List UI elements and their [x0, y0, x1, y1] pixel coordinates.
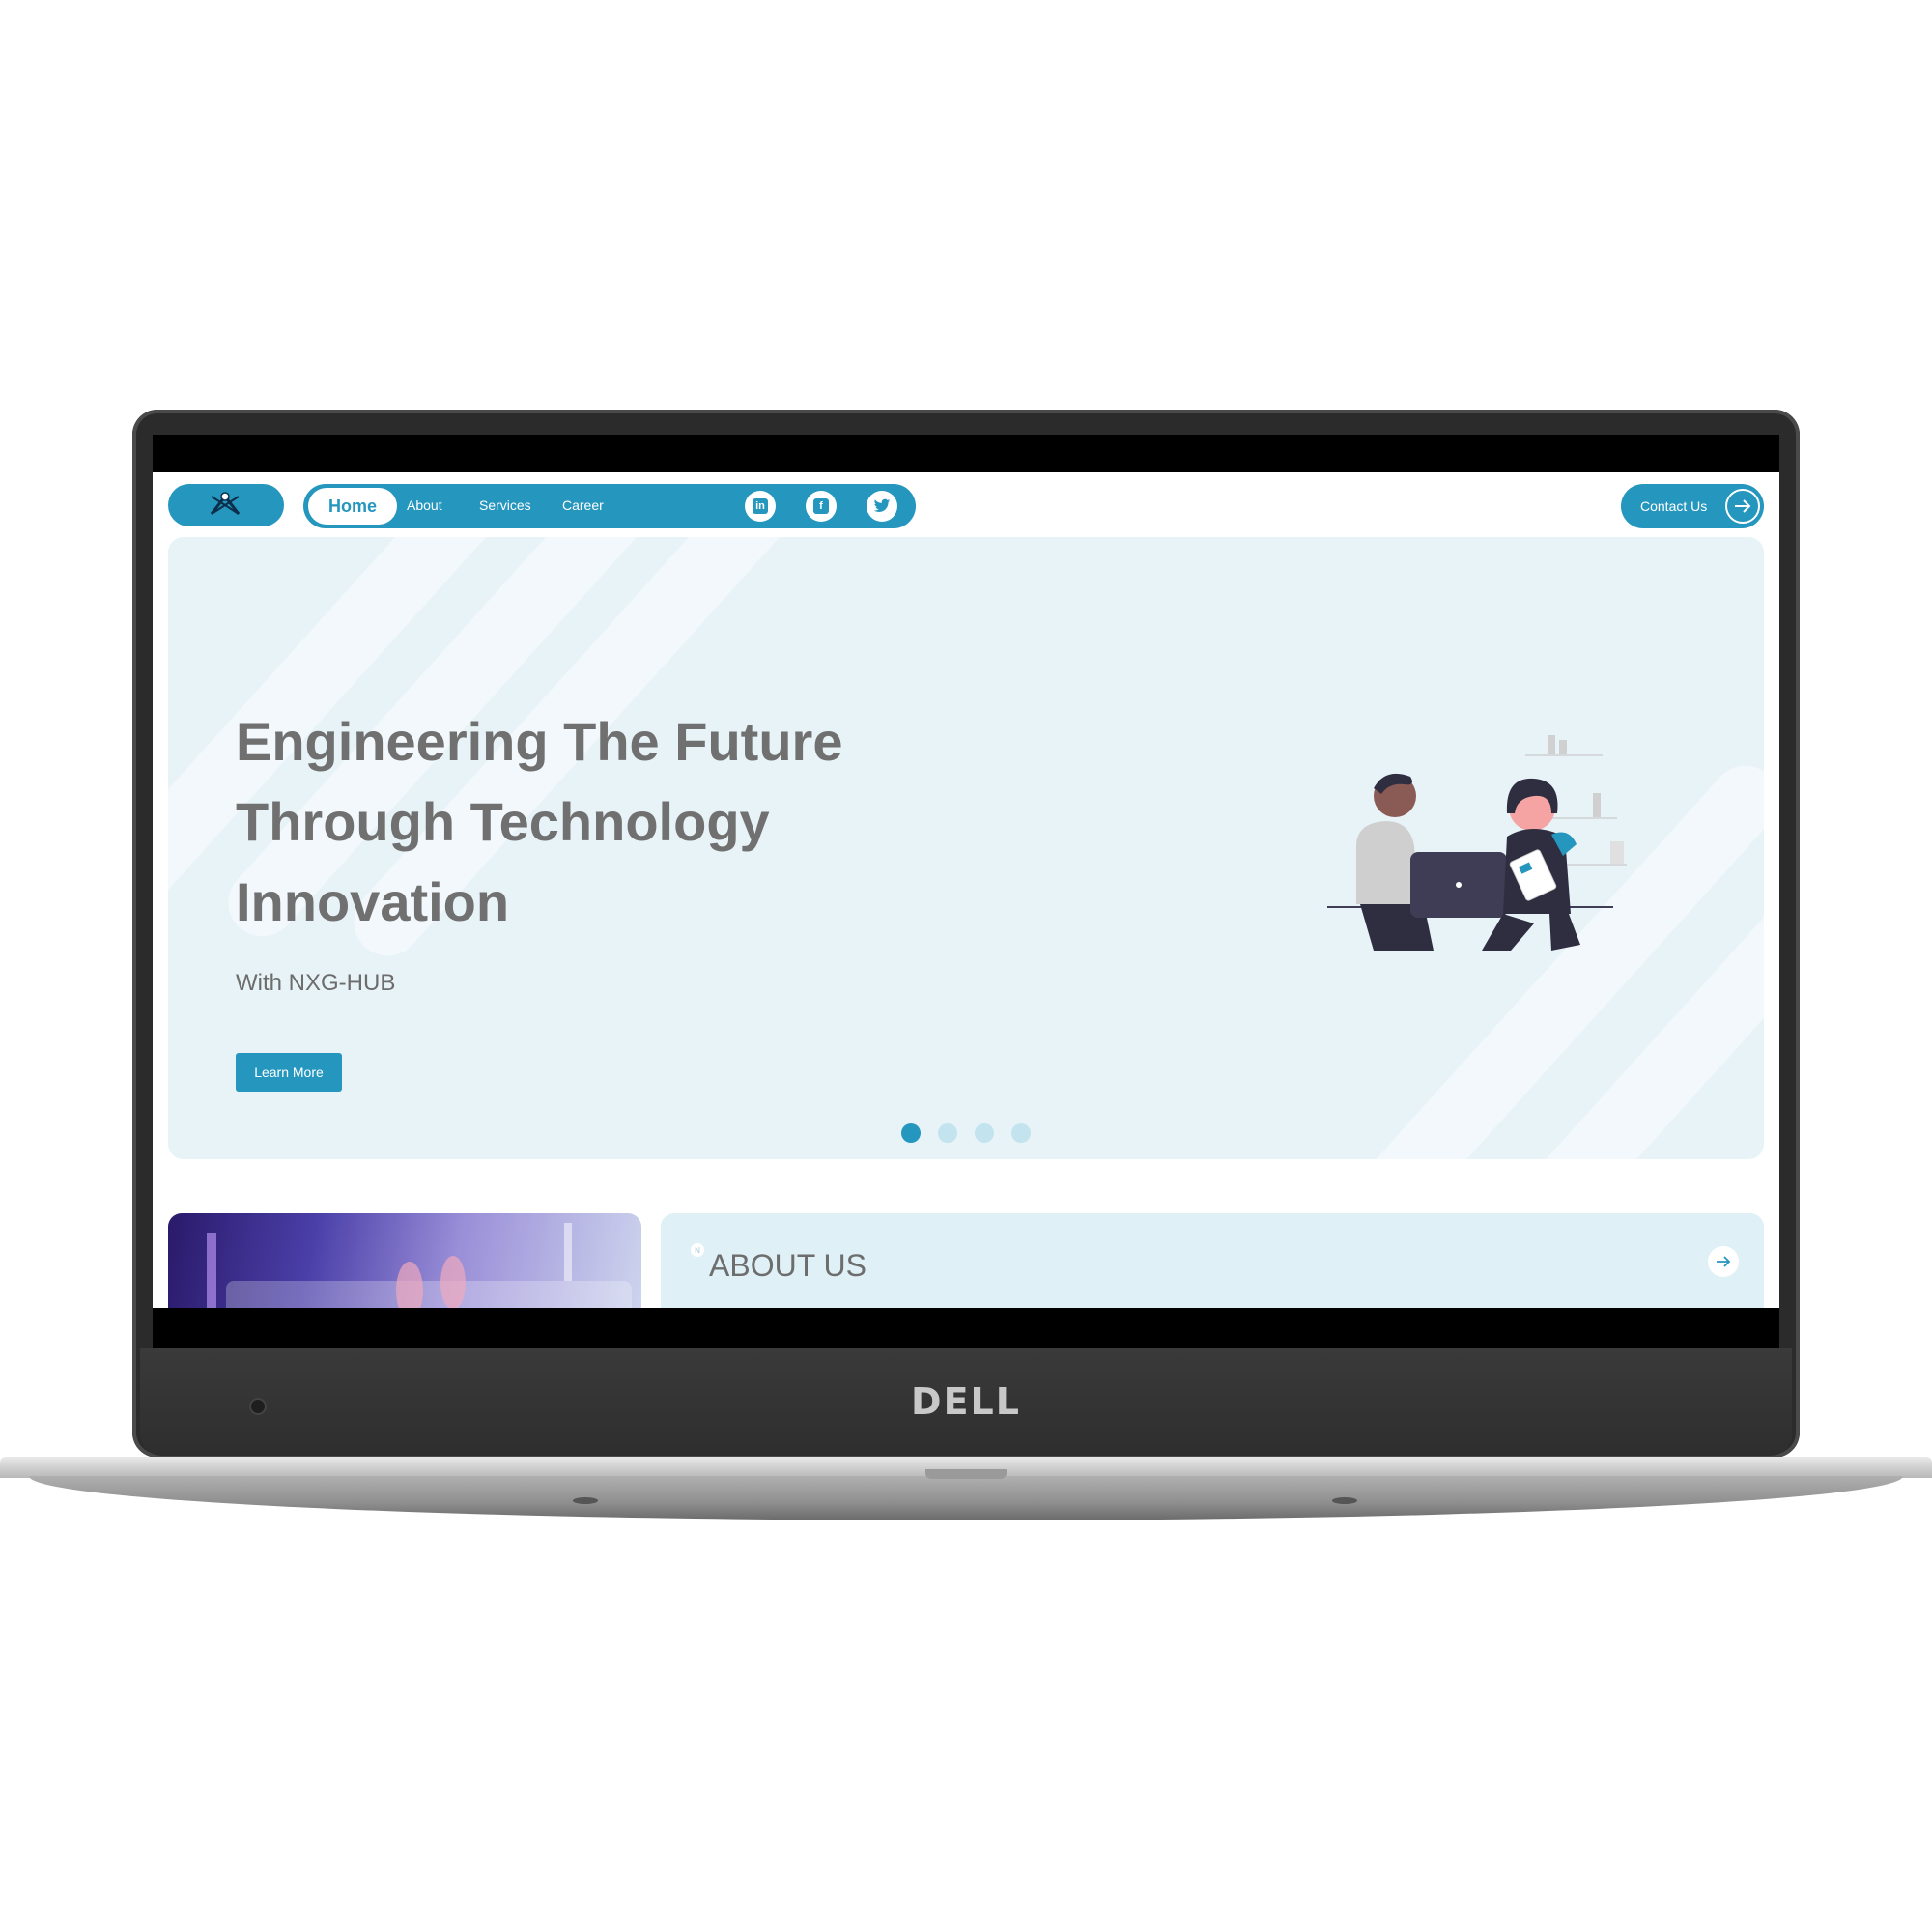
site-logo[interactable] — [168, 484, 284, 526]
carousel-dot-2[interactable] — [938, 1123, 957, 1143]
carousel-dot-4[interactable] — [1011, 1123, 1031, 1143]
logo-icon — [210, 492, 241, 515]
linkedin-icon[interactable]: in — [745, 491, 776, 522]
hand-tech-image — [207, 1223, 632, 1308]
laptop-foot — [1332, 1497, 1357, 1504]
logo-mark-icon: N — [691, 1243, 704, 1257]
laptop-brand-logo: DELL — [911, 1380, 1021, 1423]
contact-us-label: Contact Us — [1640, 498, 1708, 514]
about-image — [168, 1213, 641, 1308]
hero-carousel: Engineering The Future Through Technolog… — [168, 537, 1764, 1159]
carousel-dot-3[interactable] — [975, 1123, 994, 1143]
main-nav: Home About Services Career in f — [303, 484, 916, 528]
svg-text:N: N — [695, 1246, 700, 1255]
arrow-right-icon[interactable] — [1708, 1246, 1739, 1277]
hero-subtitle: With NXG-HUB — [236, 970, 396, 996]
contact-us-button[interactable]: Contact Us — [1621, 484, 1764, 528]
laptop-notch — [925, 1469, 1007, 1479]
hero-title: Engineering The Future Through Technolog… — [236, 711, 843, 932]
browser-viewport: Home About Services Career in f Contact … — [153, 472, 1779, 1308]
webcam-icon — [249, 1398, 267, 1415]
learn-more-button[interactable]: Learn More — [236, 1053, 342, 1092]
arrow-right-icon — [1725, 489, 1760, 524]
team-laptop-illustration — [1327, 735, 1627, 951]
nav-home[interactable]: Home — [308, 488, 397, 525]
carousel-dot-1[interactable] — [901, 1123, 921, 1143]
about-us-card[interactable]: N ABOUT US — [661, 1213, 1764, 1308]
nav-about[interactable]: About — [407, 497, 442, 513]
carousel-indicators — [168, 1123, 1764, 1143]
facebook-icon[interactable]: f — [806, 491, 837, 522]
about-us-title: ABOUT US — [709, 1248, 867, 1283]
nav-services[interactable]: Services — [479, 497, 531, 513]
laptop-foot — [573, 1497, 598, 1504]
twitter-icon[interactable] — [867, 491, 897, 522]
laptop-base-lower — [29, 1476, 1903, 1520]
nav-career[interactable]: Career — [562, 497, 604, 513]
